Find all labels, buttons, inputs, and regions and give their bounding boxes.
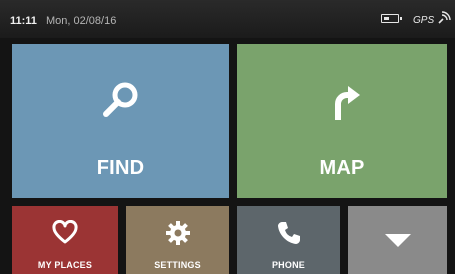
- map-label: MAP: [319, 157, 365, 179]
- phone-icon: [277, 222, 300, 244]
- gps-label: GPS: [413, 15, 435, 26]
- gps-signal-icon: [438, 11, 451, 24]
- map-tile[interactable]: MAP: [237, 44, 447, 198]
- chevron-down-icon: [384, 234, 411, 247]
- my-places-label: MY PLACES: [37, 260, 93, 270]
- clock-date: Mon, 02/08/16: [46, 15, 117, 27]
- settings-tile[interactable]: SETTINGS: [126, 206, 229, 274]
- phone-tile[interactable]: PHONE: [237, 206, 340, 274]
- find-tile[interactable]: FIND: [12, 44, 229, 198]
- gear-icon: [165, 221, 190, 245]
- battery-icon: [381, 14, 402, 23]
- clock-time: 11:11: [10, 15, 37, 27]
- status-bar: 11:11 Mon, 02/08/16 GPS: [0, 0, 455, 38]
- more-menu-button[interactable]: [348, 206, 447, 274]
- route-arrow-icon: [335, 86, 360, 120]
- find-label: FIND: [96, 157, 145, 179]
- phone-label: PHONE: [271, 260, 305, 270]
- my-places-tile[interactable]: MY PLACES: [12, 206, 118, 274]
- settings-label: SETTINGS: [154, 260, 201, 270]
- main-menu-screen: 11:11 Mon, 02/08/16 GPS FIND MAP MY PLAC…: [0, 0, 455, 274]
- heart-icon: [52, 220, 78, 244]
- search-icon: [102, 82, 137, 117]
